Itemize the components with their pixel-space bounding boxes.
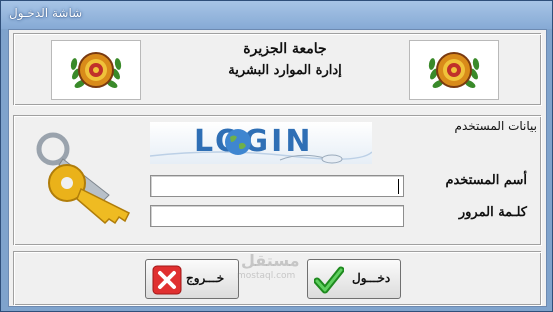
university-seal-icon [70, 52, 122, 88]
watermark-text: مستقل [241, 251, 300, 270]
exit-button-label: خـــروج [186, 271, 225, 285]
exit-button[interactable]: خـــروج [145, 259, 239, 299]
window-title: شاشة الدخـول [9, 6, 83, 20]
university-name: جامعة الجزيرة [243, 41, 327, 57]
text-caret [398, 179, 399, 194]
close-icon [152, 265, 182, 295]
username-label: أسم المستخدم [445, 173, 527, 188]
login-button[interactable]: دخـــول [307, 259, 401, 299]
username-input[interactable] [150, 175, 404, 197]
login-banner-text: LOGIN [194, 124, 314, 159]
keys-icon [36, 132, 131, 225]
university-logo-left [51, 40, 141, 100]
title-bar[interactable]: شاشة الدخـول [1, 1, 552, 29]
login-button-label: دخـــول [352, 271, 391, 285]
department-name: إدارة الموارد البشرية [228, 63, 342, 78]
password-label: كلـمة المرور [458, 205, 527, 220]
header-panel: جامعة الجزيرة إدارة الموارد البشرية [14, 34, 542, 106]
globe-icon [225, 129, 251, 155]
user-data-panel: بيانات المستخدم LOGIN أسم المستخدم كلـمة… [14, 116, 542, 246]
university-logo-right [409, 40, 499, 100]
checkmark-icon [314, 266, 344, 294]
login-banner: LOGIN [150, 122, 372, 164]
watermark-subtext: mostaql.com [237, 271, 296, 281]
university-seal-icon [428, 52, 480, 88]
group-label: بيانات المستخدم [454, 119, 537, 133]
login-window: شاشة الدخـول جامعة الجزيرة إدارة الموارد… [0, 0, 553, 312]
password-input[interactable] [150, 205, 404, 227]
